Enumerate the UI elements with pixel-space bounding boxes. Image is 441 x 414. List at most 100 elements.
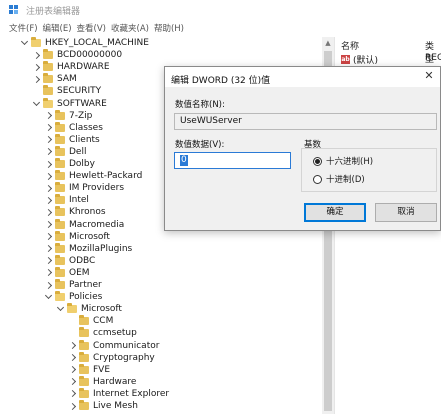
- chevron-right-icon[interactable]: [44, 243, 52, 255]
- chevron-right-icon[interactable]: [44, 170, 52, 182]
- chevron-right-icon[interactable]: [32, 49, 40, 61]
- tree-item[interactable]: Microsoft: [44, 230, 110, 243]
- tree-item[interactable]: Policies: [44, 291, 102, 303]
- tree-item-label: Dolby: [69, 159, 95, 169]
- tree-item-label: MozillaPlugins: [69, 243, 133, 254]
- folder-open-icon: [55, 291, 65, 302]
- tree-item-label: SECURITY: [57, 86, 102, 97]
- chevron-down-icon[interactable]: [20, 37, 28, 49]
- value-name-field[interactable]: UseWUServer: [174, 113, 437, 130]
- tree-item[interactable]: Dolby: [44, 158, 95, 170]
- chevron-right-icon[interactable]: [44, 279, 52, 291]
- chevron-right-icon[interactable]: [44, 219, 52, 231]
- tree-item[interactable]: Internet Explorer: [68, 387, 169, 400]
- folder-icon: [55, 170, 65, 181]
- radio-dec-label: 十进制(D): [326, 175, 365, 185]
- column-header-name[interactable]: 名称: [341, 39, 359, 52]
- tree-item[interactable]: Communicator: [68, 339, 159, 352]
- tree-item[interactable]: HKEY_LOCAL_MACHINE: [20, 37, 149, 49]
- tree-item[interactable]: Khronos: [44, 206, 106, 218]
- tree-item-label: Cryptography: [93, 352, 155, 363]
- dialog-body: 数值名称(N): UseWUServer 数值数据(V): 0 基数 十六进制(…: [165, 87, 440, 230]
- folder-icon: [79, 315, 89, 326]
- tree-item[interactable]: Microsoft: [56, 303, 122, 315]
- folder-open-icon: [67, 303, 77, 314]
- close-icon[interactable]: ✕: [422, 69, 436, 83]
- folder-icon: [55, 182, 65, 193]
- radio-hex[interactable]: 十六进制(H): [313, 155, 373, 167]
- tree-item[interactable]: SAM: [32, 73, 77, 85]
- chevron-right-icon[interactable]: [44, 182, 52, 194]
- menu-favorites[interactable]: 收藏夹(A): [111, 22, 149, 34]
- tree-item[interactable]: CCM: [68, 315, 113, 327]
- tree-item[interactable]: SECURITY: [32, 85, 101, 97]
- tree-item[interactable]: ODBC: [44, 254, 95, 267]
- chevron-right-icon[interactable]: [32, 73, 40, 85]
- tree-item[interactable]: Live Mesh: [68, 400, 138, 412]
- tree-item[interactable]: Partner: [44, 279, 102, 291]
- menu-view[interactable]: 查看(V): [77, 22, 106, 34]
- folder-icon: [43, 49, 53, 60]
- chevron-right-icon[interactable]: [68, 388, 76, 400]
- tree-item[interactable]: IM Providers: [44, 182, 124, 194]
- tree-item[interactable]: Classes: [44, 121, 103, 134]
- window-title: 注册表编辑器: [26, 6, 81, 17]
- chevron-right-icon[interactable]: [44, 122, 52, 134]
- folder-icon: [55, 206, 65, 217]
- chevron-right-icon[interactable]: [32, 61, 40, 73]
- tree-item[interactable]: SOFTWARE: [32, 97, 107, 110]
- folder-icon: [79, 327, 89, 338]
- chevron-right-icon[interactable]: [68, 340, 76, 352]
- folder-icon: [55, 133, 65, 144]
- radio-dec[interactable]: 十进制(D): [313, 173, 365, 185]
- chevron-right-icon[interactable]: [44, 206, 52, 218]
- menu-file[interactable]: 文件(F): [9, 22, 38, 34]
- chevron-down-icon[interactable]: [32, 98, 40, 110]
- tree-item[interactable]: Hardware: [68, 375, 136, 388]
- folder-icon: [55, 230, 65, 241]
- chevron-down-icon[interactable]: [56, 303, 64, 315]
- tree-item[interactable]: Macromedia: [44, 218, 124, 231]
- tree-item[interactable]: FVE: [68, 363, 110, 376]
- folder-icon: [55, 109, 65, 120]
- tree-item[interactable]: Hewlett-Packard: [44, 170, 142, 182]
- tree-item[interactable]: 7-Zip: [44, 109, 93, 122]
- tree-item-label: SOFTWARE: [57, 98, 107, 109]
- tree-item[interactable]: Dell: [44, 145, 86, 158]
- tree-item[interactable]: Cryptography: [68, 351, 155, 364]
- chevron-right-icon[interactable]: [68, 364, 76, 376]
- ok-button[interactable]: 确定: [304, 203, 366, 222]
- tree-item[interactable]: BCD00000000: [32, 49, 122, 61]
- menu-help[interactable]: 帮助(H): [154, 22, 184, 34]
- chevron-right-icon[interactable]: [68, 352, 76, 364]
- chevron-right-icon[interactable]: [44, 255, 52, 267]
- tree-item[interactable]: Clients: [44, 133, 100, 146]
- tree-item[interactable]: HARDWARE: [32, 61, 110, 73]
- chevron-right-icon[interactable]: [44, 231, 52, 243]
- chevron-right-icon[interactable]: [44, 267, 52, 279]
- chevron-right-icon[interactable]: [44, 110, 52, 122]
- tree-item[interactable]: OEM: [44, 266, 90, 279]
- chevron-right-icon[interactable]: [68, 400, 76, 412]
- folder-icon: [55, 145, 65, 156]
- value-data-text: 0: [180, 155, 188, 166]
- cancel-button[interactable]: 取消: [375, 203, 437, 222]
- dialog-title: 编辑 DWORD (32 位)值: [171, 76, 271, 86]
- tree-item[interactable]: MozillaPlugins: [44, 242, 133, 255]
- tree-item[interactable]: ccmsetup: [68, 327, 137, 339]
- folder-icon: [79, 351, 89, 362]
- chevron-right-icon[interactable]: [44, 134, 52, 146]
- chevron-right-icon[interactable]: [68, 376, 76, 388]
- scroll-up-arrow-icon[interactable]: ▲: [322, 37, 334, 49]
- menu-edit[interactable]: 编辑(E): [43, 22, 72, 34]
- list-item[interactable]: ab (默认): [341, 53, 378, 66]
- chevron-right-icon[interactable]: [44, 158, 52, 170]
- chevron-right-icon[interactable]: [44, 146, 52, 158]
- chevron-down-icon[interactable]: [44, 291, 52, 303]
- radio-dec-dot: [313, 174, 322, 184]
- tree-item[interactable]: Intel: [44, 194, 89, 206]
- tree-item-label: 7-Zip: [69, 110, 93, 121]
- title-bar: 注册表编辑器: [0, 0, 441, 20]
- chevron-right-icon[interactable]: [44, 194, 52, 206]
- value-data-field[interactable]: 0: [174, 152, 291, 169]
